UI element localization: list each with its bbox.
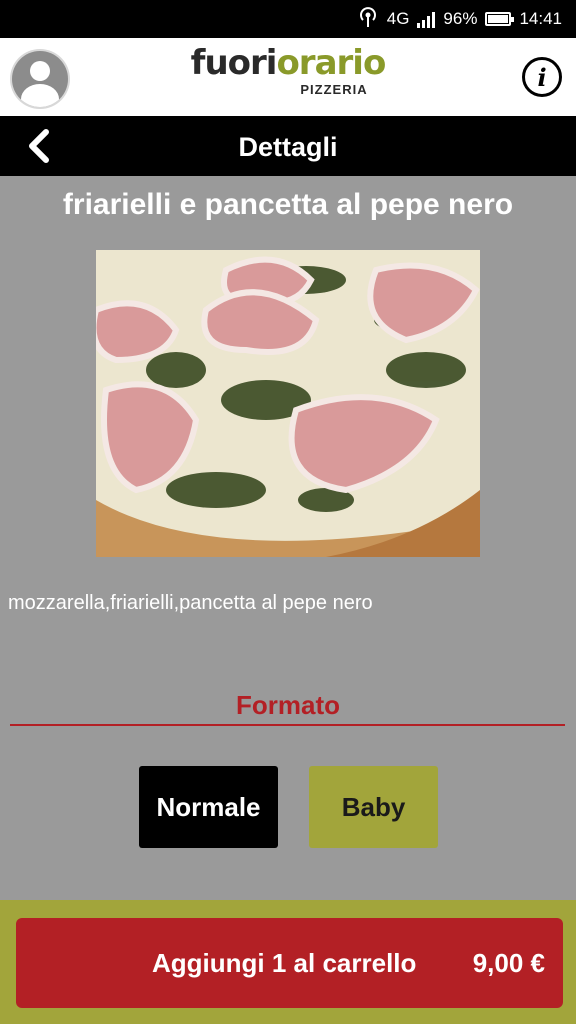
info-button[interactable]: i — [522, 57, 562, 97]
product-description: mozzarella,friarielli,pancetta al pepe n… — [8, 592, 373, 614]
app-header: fuoriorario PIZZERIA i — [0, 38, 576, 116]
add-to-cart-label: Aggiungi 1 al carrello — [152, 947, 417, 978]
size-normale-button[interactable]: Normale — [139, 766, 278, 848]
format-title: Formato — [236, 690, 340, 720]
page-title: Dettagli — [238, 132, 338, 162]
network-type: 4G — [386, 9, 410, 28]
add-to-cart-button[interactable]: Aggiungi 1 al carrello 9,00 € — [16, 918, 563, 1008]
product-title: friarielli e pancetta al pepe nero — [62, 188, 514, 221]
product-image — [96, 250, 480, 557]
info-icon: i — [537, 62, 547, 92]
clock: 14:41 — [519, 9, 562, 28]
hotspot-icon — [357, 6, 379, 33]
signal-icon — [417, 10, 436, 28]
logo: fuoriorario PIZZERIA — [0, 44, 576, 97]
logo-subtitle: PIZZERIA — [300, 82, 368, 97]
format-divider — [10, 724, 565, 726]
size-baby-button[interactable]: Baby — [309, 766, 438, 848]
logo-text-fuori: fuori — [190, 43, 278, 83]
battery-percent: 96% — [443, 9, 478, 28]
status-bar: 4G 96% 14:41 — [0, 0, 576, 38]
battery-icon — [485, 12, 515, 26]
logo-text-orario: orario — [276, 43, 386, 83]
cart-price: 9,00 € — [472, 947, 545, 978]
nav-bar: Dettagli — [0, 116, 576, 176]
